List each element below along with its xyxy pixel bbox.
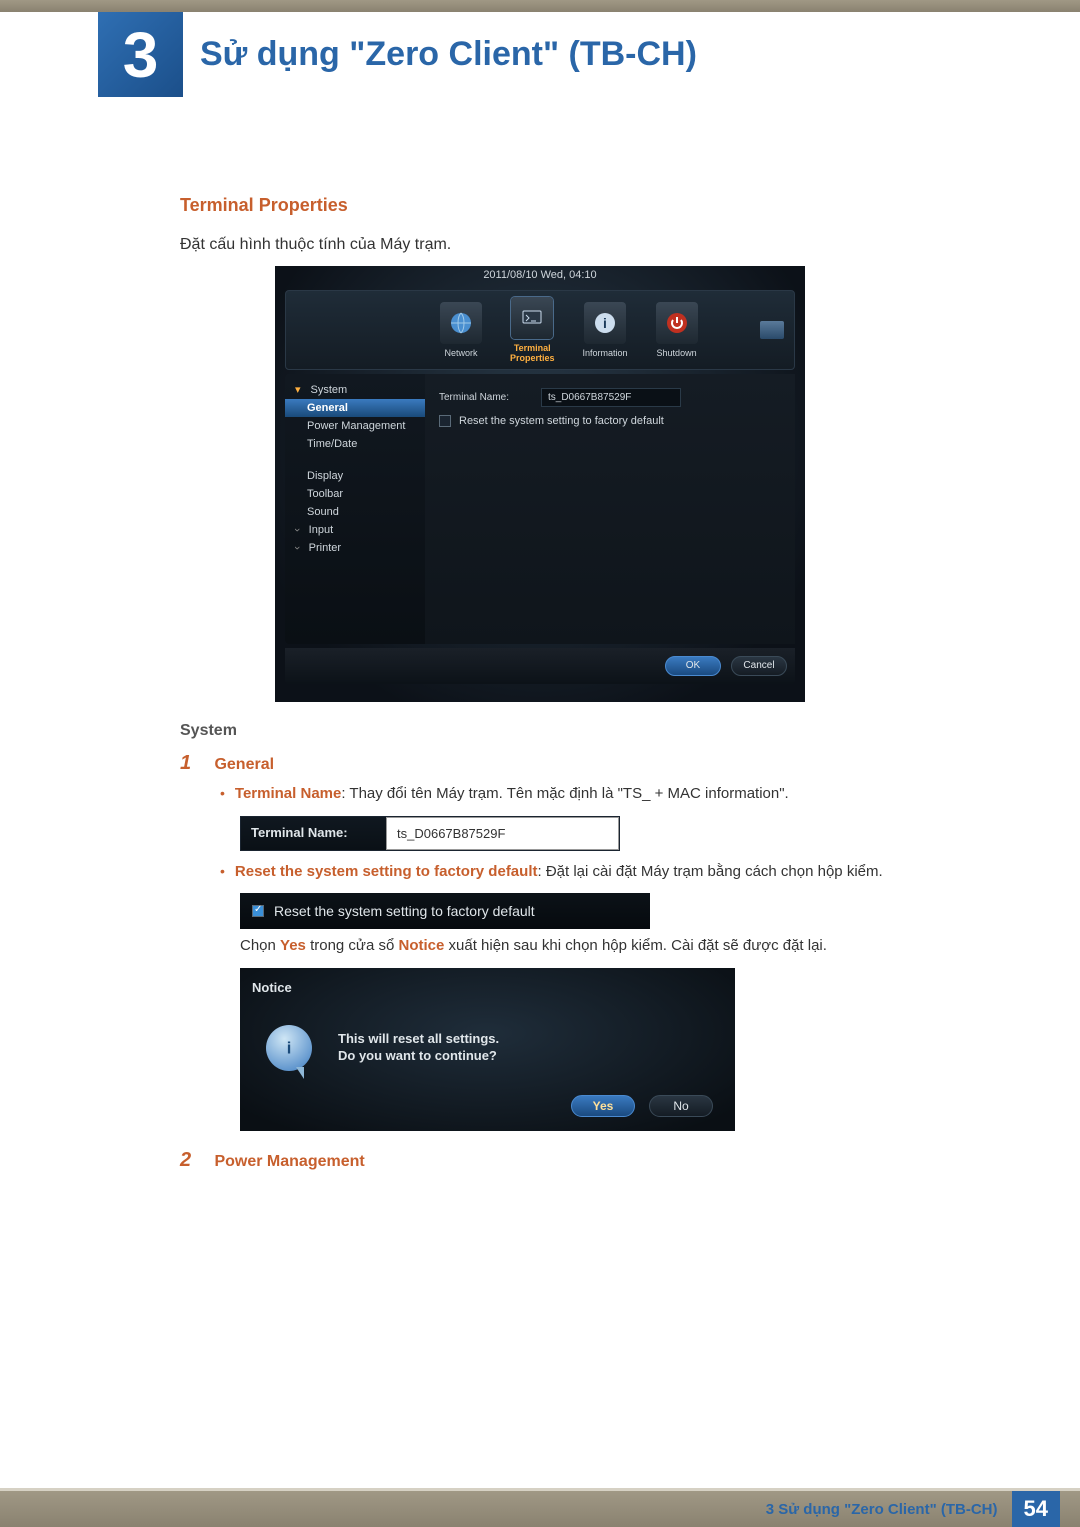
- info-icon: i: [584, 302, 626, 344]
- terminal-properties-screenshot: 2011/08/10 Wed, 04:10 Network TerminalPr…: [275, 266, 805, 702]
- footer-chapter-label: 3 Sử dụng "Zero Client" (TB-CH): [766, 1501, 998, 1518]
- notice-yes-button[interactable]: Yes: [571, 1095, 635, 1117]
- page-number: 54: [1012, 1491, 1060, 1527]
- toolbar-information[interactable]: i Information: [583, 302, 628, 358]
- reset-checkbox[interactable]: [439, 415, 451, 427]
- reset-checkbox-label: Reset the system setting to factory defa…: [274, 903, 535, 919]
- bullet-reset: • Reset the system setting to factory de…: [220, 861, 900, 884]
- tree-printer[interactable]: Printer: [285, 539, 425, 557]
- section-heading: Terminal Properties: [180, 195, 900, 216]
- svg-text:i: i: [603, 315, 607, 331]
- chapter-badge: 3: [98, 12, 183, 97]
- tree-power-management[interactable]: Power Management: [285, 417, 425, 435]
- toolbar-terminal-properties[interactable]: TerminalProperties: [510, 297, 555, 363]
- bullet-terminal-name: • Terminal Name: Thay đổi tên Máy trạm. …: [220, 783, 900, 806]
- list-item-2: 2 Power Management: [180, 1149, 900, 1172]
- settings-tree: System General Power Management Time/Dat…: [285, 374, 425, 644]
- tree-system[interactable]: System: [285, 380, 425, 399]
- tree-toolbar[interactable]: Toolbar: [285, 485, 425, 503]
- notice-dialog-screenshot: Notice i This will reset all settings. D…: [240, 968, 735, 1131]
- chapter-title: Sử dụng "Zero Client" (TB-CH): [200, 35, 697, 74]
- flag-icon[interactable]: [760, 321, 784, 339]
- intro-text: Đặt cấu hình thuộc tính của Máy trạm.: [180, 236, 900, 254]
- notice-dialog-title: Notice: [252, 980, 723, 995]
- tree-sound[interactable]: Sound: [285, 503, 425, 521]
- window-footer: OK Cancel: [285, 648, 795, 684]
- power-icon: [656, 302, 698, 344]
- closeup-label: Terminal Name:: [241, 817, 386, 850]
- ok-button[interactable]: OK: [665, 656, 721, 676]
- notice-dialog-text: This will reset all settings. Do you wan…: [338, 1031, 499, 1065]
- notice-instruction: Chọn Yes trong cửa sổ Notice xuất hiện s…: [240, 935, 900, 958]
- terminal-name-input[interactable]: ts_D0667B87529F: [541, 388, 681, 407]
- page-footer: 3 Sử dụng "Zero Client" (TB-CH) 54: [0, 1491, 1080, 1527]
- window-datetime: 2011/08/10 Wed, 04:10: [275, 266, 805, 284]
- tree-time-date[interactable]: Time/Date: [285, 435, 425, 453]
- reset-label: Reset the system setting to factory defa…: [459, 415, 664, 427]
- svg-text:i: i: [287, 1039, 292, 1057]
- terminal-name-closeup: Terminal Name: ts_D0667B87529F: [240, 816, 620, 851]
- terminal-icon: [511, 297, 553, 339]
- system-subheading: System: [180, 722, 900, 740]
- page-content: Terminal Properties Đặt cấu hình thuộc t…: [180, 195, 900, 1172]
- tree-display[interactable]: Display: [285, 467, 425, 485]
- page-header: 3 Sử dụng "Zero Client" (TB-CH): [0, 0, 1080, 100]
- toolbar-shutdown[interactable]: Shutdown: [656, 302, 698, 358]
- list-item-1: 1 General: [180, 752, 900, 775]
- info-bubble-icon: i: [266, 1025, 312, 1071]
- header-top-bar: [0, 0, 1080, 12]
- notice-no-button[interactable]: No: [649, 1095, 713, 1117]
- toolbar-network[interactable]: Network: [440, 302, 482, 358]
- cancel-button[interactable]: Cancel: [731, 656, 787, 676]
- bullet-icon: •: [220, 863, 225, 879]
- reset-checkbox-checked[interactable]: [252, 905, 264, 917]
- closeup-input[interactable]: ts_D0667B87529F: [386, 817, 619, 850]
- tree-general[interactable]: General: [285, 399, 425, 417]
- tree-input[interactable]: Input: [285, 521, 425, 539]
- bullet-icon: •: [220, 785, 225, 801]
- reset-checkbox-closeup: Reset the system setting to factory defa…: [240, 893, 650, 929]
- globe-icon: [440, 302, 482, 344]
- terminal-name-label: Terminal Name:: [439, 392, 531, 403]
- window-toolbar: Network TerminalProperties i Information…: [285, 290, 795, 370]
- settings-panel: Terminal Name: ts_D0667B87529F Reset the…: [425, 374, 795, 644]
